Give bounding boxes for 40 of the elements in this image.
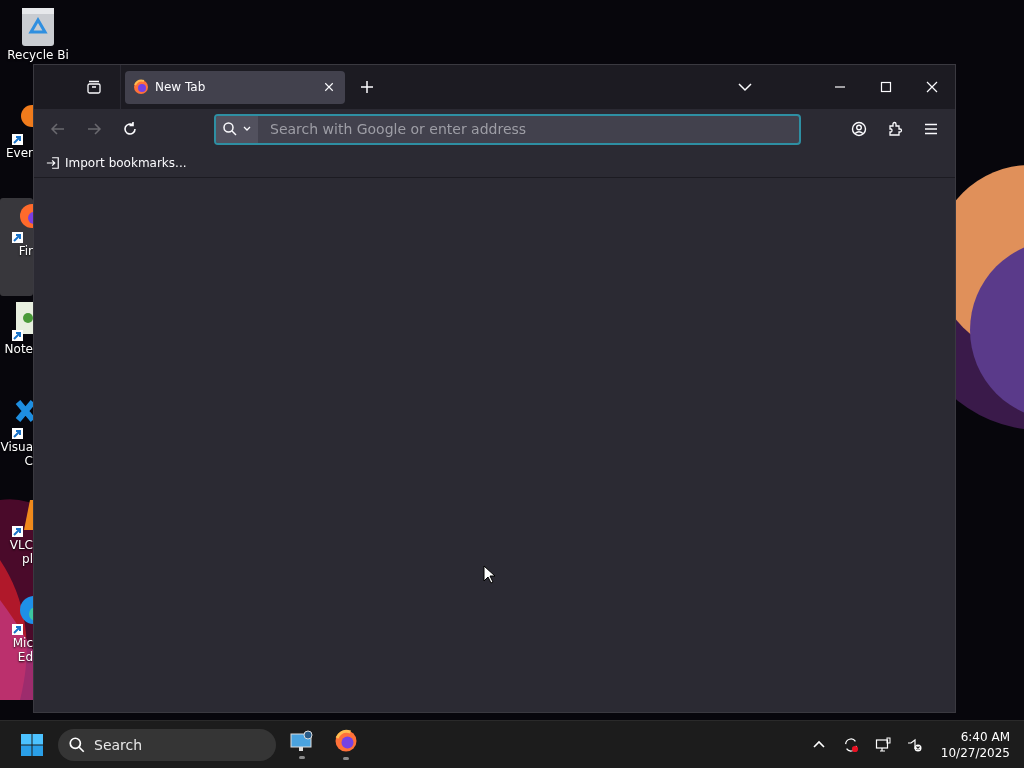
desktop-shortcut[interactable]: VLC pl <box>0 492 33 590</box>
sync-icon <box>842 736 859 753</box>
search-icon <box>68 735 86 754</box>
menu-icon <box>923 121 939 137</box>
forward-arrow-icon <box>86 121 102 137</box>
search-engine-button[interactable] <box>216 115 258 143</box>
browser-tab[interactable]: New Tab <box>125 70 345 104</box>
desktop-shortcut[interactable]: Ever <box>0 100 33 198</box>
search-icon <box>222 121 238 137</box>
browser-icon <box>334 729 358 753</box>
windows-icon <box>20 732 44 757</box>
maximize-icon <box>878 79 894 95</box>
import-bookmarks-link[interactable]: Import bookmarks... <box>44 154 189 172</box>
app-shortcut-icon <box>10 104 33 146</box>
network-icon <box>874 736 891 753</box>
volume-muted-icon <box>906 736 923 753</box>
reload-icon <box>122 121 138 137</box>
minimize-icon <box>835 86 845 88</box>
clock-time: 6:40 AM <box>960 728 1010 745</box>
desktop-shortcut[interactable]: Recycle Bi <box>0 2 76 62</box>
desktop-shortcut[interactable]: Visua C <box>0 394 33 492</box>
browser-icon <box>133 79 149 95</box>
tray-icon <box>86 79 102 95</box>
back-arrow-icon <box>50 121 66 137</box>
account-icon <box>851 121 867 137</box>
app-shortcut-icon <box>10 300 33 342</box>
address-field[interactable]: Search with Google or enter address <box>214 113 801 145</box>
clock-date: 10/27/2025 <box>940 744 1010 761</box>
puzzle-piece-icon <box>887 121 903 137</box>
close-icon <box>924 79 940 95</box>
desktop-shortcut[interactable]: Note <box>0 296 33 394</box>
mouse-cursor-icon <box>483 565 495 584</box>
clock[interactable]: 6:40 AM 10/27/2025 <box>932 728 1024 761</box>
monitor-icon <box>290 730 314 752</box>
import-icon <box>46 156 60 170</box>
app-shortcut-icon <box>10 398 33 440</box>
close-icon <box>323 81 335 93</box>
tab-title: New Tab <box>155 80 207 94</box>
plus-icon <box>359 79 375 95</box>
taskbar-search-field[interactable]: Search <box>58 728 276 761</box>
